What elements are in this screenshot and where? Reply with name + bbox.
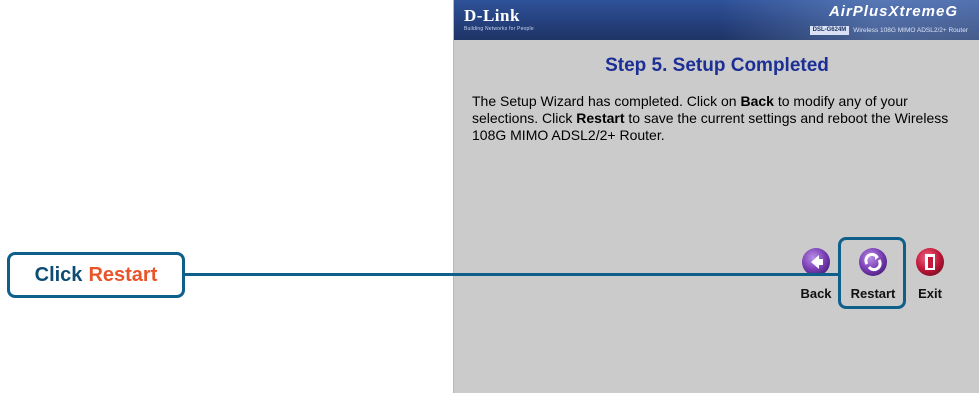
- exit-button[interactable]: Exit: [900, 247, 960, 307]
- back-button[interactable]: Back: [786, 247, 846, 307]
- brand-tagline: Building Networks for People: [464, 26, 534, 32]
- model-text: Wireless 108G MIMO ADSL2/2+ Router: [853, 26, 968, 34]
- click-restart-callout: Click Restart: [7, 252, 185, 298]
- callout-prefix: Click: [34, 263, 83, 286]
- setup-wizard-window: D-Link Building Networks for People AirP…: [453, 0, 979, 393]
- desc-part-1: The Setup Wizard has completed. Click on: [472, 93, 741, 109]
- wizard-description: The Setup Wizard has completed. Click on…: [472, 93, 967, 144]
- callout-emphasis: Restart: [88, 263, 158, 286]
- callout-connector-line: [185, 273, 838, 276]
- desc-restart-word: Restart: [576, 110, 625, 126]
- desc-back-word: Back: [740, 93, 774, 109]
- header-banner: D-Link Building Networks for People AirP…: [454, 0, 979, 40]
- back-label: Back: [800, 286, 832, 301]
- model-row: DSL-G624M Wireless 108G MIMO ADSL2/2+ Ro…: [809, 25, 968, 35]
- model-badge: DSL-G624M: [809, 25, 850, 35]
- page-title: Step 5. Setup Completed: [605, 55, 829, 76]
- exit-door-icon: [916, 248, 944, 276]
- exit-label: Exit: [918, 286, 942, 301]
- product-logo: AirPlusXtremeG: [828, 3, 958, 20]
- dlink-logo: D-Link: [464, 6, 520, 25]
- restart-highlight-box: [838, 237, 906, 309]
